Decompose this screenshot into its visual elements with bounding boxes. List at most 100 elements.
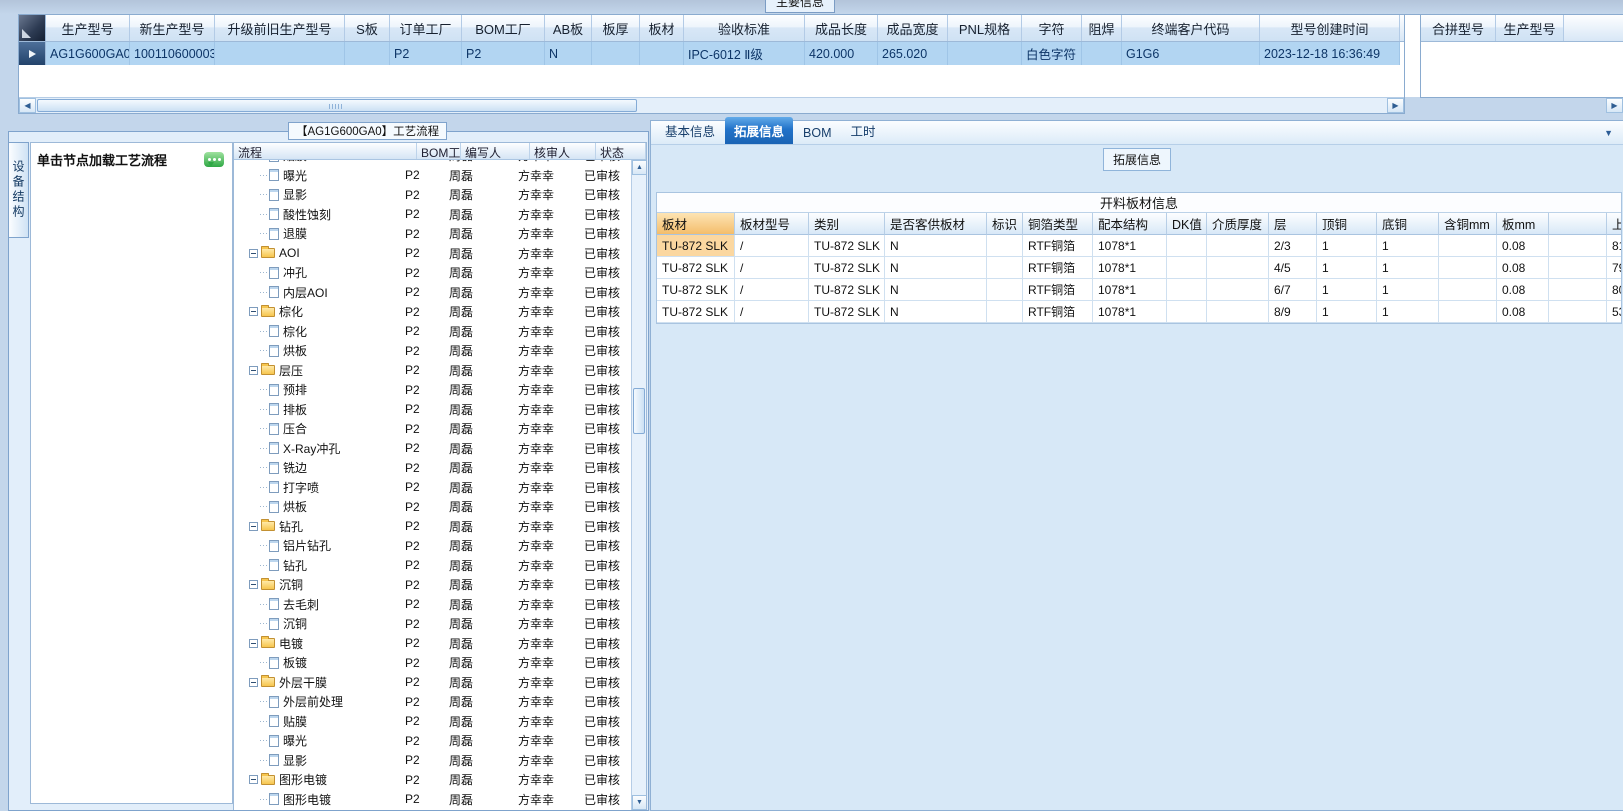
column-header[interactable]: 板材 [640, 15, 684, 41]
material-cell[interactable] [1439, 235, 1497, 257]
grid-cell[interactable] [948, 42, 1022, 65]
column-header[interactable]: AB板 [545, 15, 592, 41]
tab-拓展信息[interactable]: 拓展信息 [725, 117, 794, 144]
material-cell[interactable]: 1078*1 [1093, 235, 1167, 257]
material-cell[interactable]: 1078*1 [1093, 279, 1167, 301]
material-cell[interactable]: TU-872 SLK [809, 235, 885, 257]
material-cell[interactable]: TU-872 SLK [657, 235, 735, 257]
column-header[interactable]: 成品长度 [805, 15, 878, 41]
material-cell[interactable] [1167, 235, 1207, 257]
tree-column-header[interactable]: 流程 [234, 143, 417, 159]
material-cell[interactable] [1549, 257, 1607, 279]
collapse-icon[interactable] [249, 521, 258, 531]
table-row[interactable]: TU-872 SLK / TU-872 SLK N RTF铜箔 1078*1 6/7 1 1 0.… [657, 279, 1621, 301]
material-column-header[interactable]: 铜箔类型 [1023, 213, 1093, 235]
tree-row[interactable]: 沉铜 P2 周磊 方幸幸 已审核 [234, 575, 631, 595]
tree-row[interactable]: 碱性蚀刻P2周磊方幸幸已审核 [234, 809, 631, 810]
material-cell[interactable]: 53 [1607, 301, 1621, 323]
vscroll-thumb[interactable] [633, 388, 645, 434]
tree-row[interactable]: X-Ray冲孔 P2 周磊 方幸幸 已审核 [234, 439, 631, 459]
material-column-header[interactable]: 板mm [1497, 213, 1549, 235]
material-cell[interactable]: 1 [1317, 279, 1377, 301]
material-cell[interactable]: 0.08 [1497, 279, 1549, 301]
scroll-right-icon[interactable]: ▶ [1387, 98, 1404, 113]
hscroll-thumb[interactable] [37, 99, 637, 112]
material-cell[interactable]: TU-872 SLK [809, 257, 885, 279]
grid-cell[interactable] [592, 42, 640, 65]
material-cell[interactable]: 81 [1607, 235, 1621, 257]
tree-row[interactable]: 酸性蚀刻 P2 周磊 方幸幸 已审核 [234, 205, 631, 225]
material-cell[interactable]: TU-872 SLK [657, 301, 735, 323]
collapse-icon[interactable] [249, 775, 258, 785]
material-column-header[interactable]: 板材型号 [735, 213, 809, 235]
main-grid-selected-row[interactable]: AG1G600GA010011060000366P2P2NIPC-6012 Ⅱ级… [19, 42, 1404, 65]
column-header[interactable]: 板厚 [592, 15, 640, 41]
tree-row[interactable]: 图形电镀 P2 周磊 方幸幸 已审核 [234, 790, 631, 810]
grid-cell[interactable]: IPC-6012 Ⅱ级 [684, 42, 805, 65]
material-cell[interactable]: 1 [1317, 235, 1377, 257]
tree-row[interactable]: 退膜 P2 周磊 方幸幸 已审核 [234, 224, 631, 244]
material-cell[interactable] [1207, 257, 1269, 279]
material-cell[interactable] [1167, 301, 1207, 323]
material-cell[interactable]: 0.08 [1497, 235, 1549, 257]
tab-device-structure[interactable]: 设备结构 [9, 142, 29, 238]
scroll-down-icon[interactable]: ▼ [632, 795, 646, 810]
material-cell[interactable] [1207, 279, 1269, 301]
material-cell[interactable]: N [885, 257, 987, 279]
tree-row[interactable]: 内层AOI P2 周磊 方幸幸 已审核 [234, 283, 631, 303]
material-cell[interactable]: RTF铜箔 [1023, 301, 1093, 323]
material-cell[interactable] [987, 235, 1023, 257]
node-hint-box[interactable]: 单击节点加载工艺流程 [30, 142, 233, 804]
merge-scroll-right-icon[interactable]: ▶ [1606, 98, 1623, 113]
material-cell[interactable]: / [735, 257, 809, 279]
tree-row[interactable]: 钻孔 P2 周磊 方幸幸 已审核 [234, 556, 631, 576]
tree-row[interactable]: 压合 P2 周磊 方幸幸 已审核 [234, 419, 631, 439]
material-cell[interactable]: 8/9 [1269, 301, 1317, 323]
material-cell[interactable]: 1 [1377, 301, 1439, 323]
material-cell[interactable] [1439, 301, 1497, 323]
material-cell[interactable]: 1 [1317, 301, 1377, 323]
column-header[interactable]: BOM工厂 [462, 15, 545, 41]
material-cell[interactable]: 1 [1377, 257, 1439, 279]
column-header[interactable]: 订单工厂 [390, 15, 462, 41]
column-header[interactable]: 生产型号 [1496, 15, 1564, 41]
material-column-header[interactable]: 配本结构 [1093, 213, 1167, 235]
material-column-header[interactable]: 是否客供板材 [885, 213, 987, 235]
tree-row[interactable]: 钻孔 P2 周磊 方幸幸 已审核 [234, 517, 631, 537]
grid-cell[interactable] [215, 42, 345, 65]
material-column-header[interactable]: 类别 [809, 213, 885, 235]
material-cell[interactable] [1167, 257, 1207, 279]
tree-vscrollbar[interactable]: ▲ ▼ [631, 160, 646, 810]
collapse-icon[interactable] [249, 365, 258, 375]
tab-main-info[interactable]: 主要信息 [765, 0, 835, 13]
material-column-header[interactable]: DK值 [1167, 213, 1207, 235]
tree-row[interactable]: AOI P2 周磊 方幸幸 已审核 [234, 244, 631, 264]
material-cell[interactable] [1167, 279, 1207, 301]
material-column-header[interactable]: 上 [1607, 213, 1621, 235]
tree-row[interactable]: 烘板 P2 周磊 方幸幸 已审核 [234, 341, 631, 361]
table-row[interactable]: TU-872 SLK / TU-872 SLK N RTF铜箔 1078*1 2/3 1 1 0.… [657, 235, 1621, 257]
column-header[interactable]: 成品宽度 [878, 15, 948, 41]
material-cell[interactable]: RTF铜箔 [1023, 257, 1093, 279]
grid-cell[interactable]: 265.020 [878, 42, 948, 65]
tree-row[interactable]: 显影 P2 周磊 方幸幸 已审核 [234, 185, 631, 205]
tree-row[interactable]: 烘板 P2 周磊 方幸幸 已审核 [234, 497, 631, 517]
material-cell[interactable]: 2/3 [1269, 235, 1317, 257]
grid-cell[interactable]: N [545, 42, 592, 65]
material-cell[interactable]: 80 [1607, 279, 1621, 301]
main-grid-hscrollbar[interactable]: ◀ ▶ [19, 97, 1404, 113]
material-cell[interactable]: 1078*1 [1093, 257, 1167, 279]
tree-row[interactable]: 排板 P2 周磊 方幸幸 已审核 [234, 400, 631, 420]
material-cell[interactable] [1207, 301, 1269, 323]
tree-row[interactable]: 打字喷 P2 周磊 方幸幸 已审核 [234, 478, 631, 498]
material-cell[interactable] [1439, 257, 1497, 279]
collapse-icon[interactable] [249, 307, 258, 317]
tree-row[interactable]: 层压 P2 周磊 方幸幸 已审核 [234, 361, 631, 381]
scroll-left-icon[interactable]: ◀ [19, 98, 36, 113]
tab-工时[interactable]: 工时 [842, 117, 885, 144]
tree-row[interactable]: 外层前处理 P2 周磊 方幸幸 已审核 [234, 692, 631, 712]
tree-row[interactable]: 曝光 P2 周磊 方幸幸 已审核 [234, 166, 631, 186]
material-column-header[interactable] [1549, 213, 1607, 235]
scroll-up-icon[interactable]: ▲ [632, 160, 646, 175]
tab-基本信息[interactable]: 基本信息 [656, 117, 724, 144]
